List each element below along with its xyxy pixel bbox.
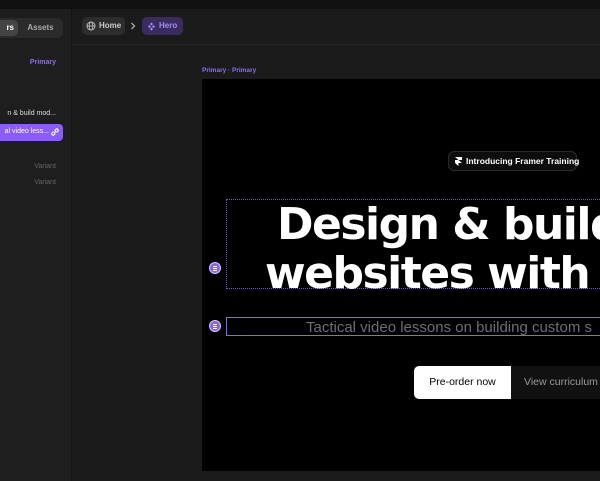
- heading-selection-box[interactable]: Design & build m websites with ze: [226, 199, 600, 298]
- layer-item-subheading-selected[interactable]: al video less...: [0, 124, 63, 141]
- hero-heading-line-1: Design & build m: [277, 199, 600, 250]
- layer-handle-icon[interactable]: [209, 320, 221, 332]
- layer-handle-icon[interactable]: [209, 262, 221, 274]
- framer-logo-icon: [455, 157, 462, 166]
- preorder-button[interactable]: Pre-order now: [414, 366, 511, 399]
- breadcrumb-home-label: Home: [99, 21, 122, 30]
- view-curriculum-button[interactable]: View curriculum: [511, 366, 600, 399]
- hero-frame[interactable]: Introducing Framer Training Design & bui…: [202, 79, 600, 471]
- intro-badge[interactable]: Introducing Framer Training: [448, 151, 580, 171]
- breadcrumb-hero[interactable]: Hero: [142, 17, 183, 35]
- tab-layers[interactable]: rs: [0, 20, 18, 36]
- variant-label[interactable]: Variant: [34, 163, 56, 170]
- intro-badge-label: Introducing Framer Training: [466, 156, 580, 166]
- layers-panel: rs Assets Primary n & build mod... al vi…: [0, 9, 72, 481]
- subheading-selection-box[interactable]: Tactical video lessons on building custo…: [226, 317, 600, 336]
- tab-assets[interactable]: Assets: [20, 20, 61, 36]
- hero-heading[interactable]: Design & build m websites with ze: [265, 199, 600, 298]
- breadcrumb-hero-label: Hero: [159, 21, 178, 30]
- primary-variant-tag[interactable]: Primary: [30, 59, 56, 66]
- layer-item-heading[interactable]: n & build mod...: [7, 110, 56, 117]
- toolbar-divider: [72, 44, 600, 45]
- top-bar: [0, 0, 600, 9]
- layer-item-label: al video less...: [4, 128, 49, 135]
- frame-label[interactable]: Primary · Primary: [202, 67, 256, 74]
- chevron-right-icon: [131, 22, 136, 30]
- panel-tab-switcher: rs Assets: [0, 18, 63, 38]
- hero-heading-line-2: websites with ze: [265, 248, 600, 299]
- link-icon[interactable]: [50, 127, 60, 137]
- breadcrumb-home[interactable]: Home: [82, 17, 125, 35]
- globe-icon: [86, 21, 96, 31]
- variant-label[interactable]: Variant: [34, 179, 56, 186]
- hero-subheading[interactable]: Tactical video lessons on building custo…: [306, 319, 592, 336]
- component-icon: [148, 22, 155, 31]
